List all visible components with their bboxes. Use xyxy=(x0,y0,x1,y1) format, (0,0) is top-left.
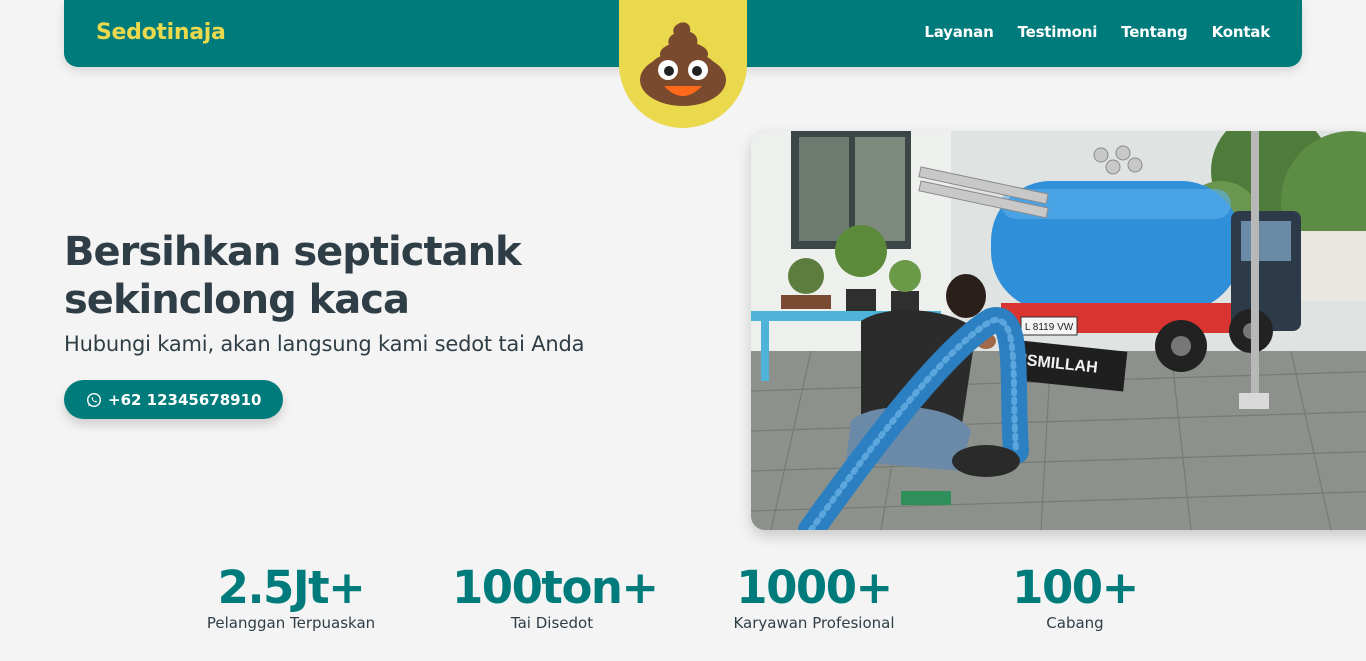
hero-title-line-2: sekinclong kaca xyxy=(64,277,410,323)
poop-emoji-icon xyxy=(640,22,726,106)
whatsapp-call-button[interactable]: +62 12345678910 xyxy=(64,380,284,419)
nav-link-layanan[interactable]: Layanan xyxy=(924,23,993,41)
main-nav: Layanan Testimoni Tentang Kontak xyxy=(924,23,1270,41)
stat-customers: 2.5Jt+ Pelanggan Terpuaskan xyxy=(191,561,391,633)
whatsapp-button-label: +62 12345678910 xyxy=(108,390,262,409)
nav-link-tentang[interactable]: Tentang xyxy=(1121,23,1188,41)
stat-label: Cabang xyxy=(1046,614,1104,632)
stat-employees: 1000+ Karyawan Profesional xyxy=(714,561,914,633)
stat-value: 1000+ xyxy=(736,561,893,614)
whatsapp-icon xyxy=(86,392,102,407)
stat-branches: 100+ Cabang xyxy=(975,561,1175,633)
license-plate-text: L 8119 VW xyxy=(1025,322,1074,333)
hero-title-line-1: Bersihkan septictank xyxy=(64,229,522,275)
hero-photo: L 8119 VW BISMILLAH xyxy=(751,131,1366,530)
stat-label: Pelanggan Terpuaskan xyxy=(206,614,376,632)
logo-badge[interactable] xyxy=(619,0,747,128)
stat-label: Karyawan Profesional xyxy=(733,614,895,632)
stat-label: Tai Disedot xyxy=(510,614,594,632)
stat-tons: 100ton+ Tai Disedot xyxy=(452,561,659,633)
nav-link-testimoni[interactable]: Testimoni xyxy=(1018,23,1098,41)
hero-title: Bersihkan septictank sekinclong kaca xyxy=(64,228,664,324)
stat-value: 100+ xyxy=(1012,561,1139,614)
nav-link-kontak[interactable]: Kontak xyxy=(1212,23,1271,41)
stat-value: 100ton+ xyxy=(452,561,659,614)
stat-value: 2.5Jt+ xyxy=(217,561,366,614)
brand-logo-text[interactable]: Sedotinaja xyxy=(96,20,226,45)
hero-subtitle: Hubungi kami, akan langsung kami sedot t… xyxy=(64,332,585,356)
landing-page: Sedotinaja Layanan Testimoni Tentang Kon… xyxy=(0,0,1366,661)
